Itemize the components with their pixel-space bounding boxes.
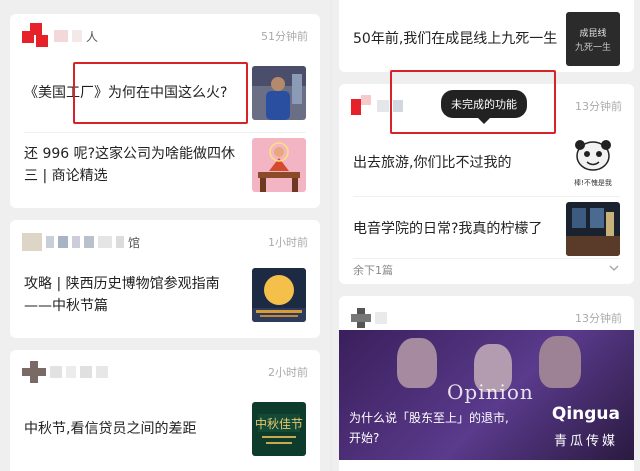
right-feed: 50年前,我们在成昆线上九死一生 成昆线 九死一生 13分钟前 出去旅游,你们比… <box>333 0 640 471</box>
blurred-source-name <box>46 236 54 248</box>
blurred-source-name <box>96 366 108 378</box>
blurred-source-name <box>377 100 389 112</box>
banner-label: Opinion <box>447 380 534 404</box>
source-info[interactable] <box>22 361 108 383</box>
blurred-source-name <box>58 236 68 248</box>
source-info[interactable]: 馆 <box>22 232 140 252</box>
svg-text:九死一生: 九死一生 <box>575 41 611 53</box>
article-thumbnail <box>252 138 306 192</box>
highlight-box <box>390 70 556 134</box>
feed-card[interactable]: 2小时前 中秋节,看信贷员之间的差距 中秋佳节 <box>10 350 320 471</box>
blurred-avatar <box>22 233 42 251</box>
article-thumbnail: 棒!不愧是我 <box>566 136 620 190</box>
source-logo-icon <box>351 95 371 115</box>
watermark-logo: Qingua <box>551 404 620 424</box>
blurred-source-name <box>98 236 112 248</box>
highlight-box <box>73 62 248 124</box>
blurred-source-name <box>80 366 92 378</box>
source-name-suffix: 馆 <box>128 235 141 250</box>
item-divider <box>24 132 306 133</box>
mid-autumn-poster-icon: 中秋佳节 <box>252 402 306 456</box>
timestamp: 13分钟前 <box>575 312 622 325</box>
timestamp: 1小时前 <box>268 236 308 249</box>
article-thumbnail <box>252 66 306 120</box>
blurred-avatar-icon <box>351 308 371 328</box>
source-info[interactable] <box>351 308 387 328</box>
feed-card[interactable]: 13分钟前 Opinion 为什么说「股东至上」的退市,开始? Qingua 青… <box>339 296 634 471</box>
article-item[interactable]: 中秋节,看信贷员之间的差距 中秋佳节 <box>24 402 306 456</box>
blurred-source-name <box>375 312 387 324</box>
person-face-image <box>539 336 581 388</box>
blurred-source-name <box>54 30 68 42</box>
blurred-source-name <box>66 366 76 378</box>
feed-card[interactable]: 50年前,我们在成昆线上九死一生 成昆线 九死一生 <box>339 0 634 72</box>
meme-caption: 棒!不愧是我 <box>574 179 612 187</box>
left-feed: 人 51分钟前 《美国工厂》为何在中国这么火? 还 996 呢?这家公司为啥能做… <box>0 0 330 471</box>
article-thumbnail <box>252 268 306 322</box>
feed-card[interactable]: 馆 1小时前 攻略 | 陕西历史博物馆参观指南——中秋节篇 <box>10 220 320 338</box>
svg-text:中秋佳节: 中秋佳节 <box>255 416 303 431</box>
article-item[interactable]: 电音学院的日常?我真的柠檬了 <box>353 202 620 256</box>
blurred-source-name <box>72 30 82 42</box>
timestamp: 2小时前 <box>268 366 308 379</box>
club-scene-icon <box>566 202 620 256</box>
source-name-suffix: 人 <box>86 29 99 44</box>
item-divider <box>353 258 620 259</box>
article-thumbnail: 成昆线 九死一生 <box>566 12 620 66</box>
blurred-avatar-icon <box>22 361 46 383</box>
blurred-source-name <box>50 366 62 378</box>
article-title: 还 996 呢?这家公司为啥能做四休三 | 商论精选 <box>24 146 236 184</box>
svg-text:成昆线: 成昆线 <box>579 27 606 39</box>
blurred-source-name <box>84 236 94 248</box>
man-photo-icon <box>252 66 306 120</box>
article-item[interactable]: 50年前,我们在成昆线上九死一生 成昆线 九死一生 <box>353 12 620 66</box>
more-articles-link[interactable]: 余下1篇 <box>353 262 393 278</box>
article-thumbnail <box>566 202 620 256</box>
article-item[interactable]: 攻略 | 陕西历史博物馆参观指南——中秋节篇 <box>24 268 306 322</box>
meditation-illustration-icon <box>252 138 306 192</box>
article-title: 电音学院的日常?我真的柠檬了 <box>353 221 543 237</box>
watermark-text: 青瓜传媒 <box>553 434 618 449</box>
article-title: 中秋节,看信贷员之间的差距 <box>24 421 197 437</box>
person-face-image <box>397 338 437 388</box>
source-logo-icon <box>22 23 48 47</box>
article-title: 为什么说「股东至上」的退市,开始? <box>349 411 509 445</box>
article-item[interactable]: 还 996 呢?这家公司为啥能做四休三 | 商论精选 <box>24 138 306 192</box>
chevron-down-icon[interactable] <box>608 262 620 274</box>
article-title: 50年前,我们在成昆线上九死一生 <box>353 31 558 47</box>
article-title: 出去旅游,你们比不过我的 <box>353 155 512 171</box>
article-title: 攻略 | 陕西历史博物馆参观指南——中秋节篇 <box>24 276 220 314</box>
blurred-source-name <box>116 236 124 248</box>
book-cover-icon: 成昆线 九死一生 <box>566 12 620 66</box>
screenshot-stage: 人 51分钟前 《美国工厂》为何在中国这么火? 还 996 呢?这家公司为啥能做… <box>0 0 640 471</box>
article-banner-image[interactable]: Opinion 为什么说「股东至上」的退市,开始? Qingua 青瓜传媒 <box>339 330 634 460</box>
item-divider <box>353 196 620 197</box>
source-info[interactable]: 人 <box>22 23 99 47</box>
timestamp: 51分钟前 <box>261 30 308 43</box>
moon-night-image-icon <box>252 268 306 322</box>
blurred-source-name <box>72 236 80 248</box>
article-thumbnail: 中秋佳节 <box>252 402 306 456</box>
timestamp: 13分钟前 <box>575 100 622 113</box>
article-item[interactable]: 出去旅游,你们比不过我的 棒!不愧是我 <box>353 136 620 190</box>
